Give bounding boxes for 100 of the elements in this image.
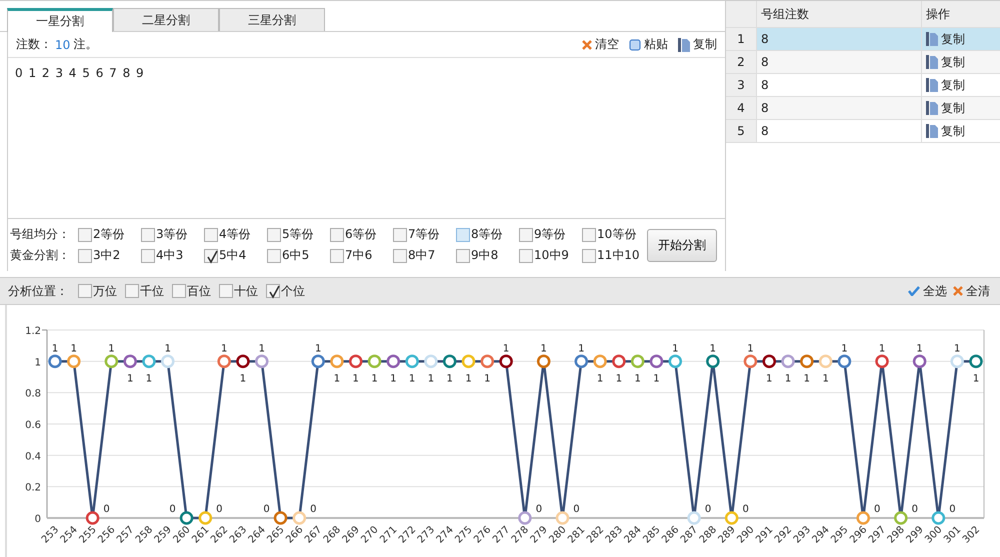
data-label: 0 [169,504,176,515]
data-label: 1 [878,343,886,354]
data-label: 1 [127,373,134,384]
split-checkbox[interactable]: 8中7 [393,247,456,264]
document-icon [678,38,690,52]
data-label: 1 [446,373,453,384]
split-checkbox[interactable]: 11中10 [582,247,645,264]
split-checkbox[interactable]: 6中5 [267,247,330,264]
x-tick-label: 263 [228,524,250,546]
data-point [274,511,288,525]
x-tick-label: 294 [810,524,832,546]
position-checkbox[interactable]: 万位 [78,282,117,300]
data-point [48,354,62,368]
data-label: 1 [502,343,510,354]
check-icon [205,250,219,264]
x-tick-label: 295 [829,524,851,546]
copy-link[interactable]: 复制 [678,36,717,53]
x-tick-label: 258 [134,524,156,546]
tab[interactable]: 二星分割 [113,8,219,31]
copy-link[interactable]: 复制 [926,122,965,140]
clear-link[interactable]: 清空 [582,36,619,53]
data-label: 1 [540,343,547,354]
tab[interactable]: 一星分割 [7,8,113,32]
x-tick-label: 271 [378,524,400,546]
copy-link[interactable]: 复制 [926,54,965,70]
split-checkbox[interactable]: 9中8 [456,247,519,264]
data-label: 1 [578,343,584,354]
tab[interactable]: 三星分割 [219,8,325,31]
check-icon [267,285,281,299]
data-point [856,511,870,525]
numbers-text-area[interactable]: 0 1 2 3 4 5 6 7 8 9 [8,58,725,218]
data-point [668,354,682,368]
data-point [724,511,738,525]
split-checkbox[interactable]: 7等份 [393,226,456,243]
split-checkbox[interactable]: 4中3 [141,247,204,264]
split-checkbox[interactable]: 3中2 [78,247,141,264]
position-checkbox[interactable]: 百位 [172,282,211,300]
x-tick-label: 298 [886,524,907,546]
split-checkbox[interactable]: 9等份 [519,226,582,243]
table-row[interactable]: 2 8 复制 [726,51,1000,74]
x-tick-label: 262 [209,524,230,546]
position-checkbox[interactable]: 个位 [266,282,305,300]
x-tick-label: 280 [547,524,569,546]
split-checkbox[interactable]: 3等份 [141,226,204,243]
data-label: 0 [536,504,542,515]
data-point [574,354,588,368]
copy-link[interactable]: 复制 [926,76,965,94]
position-checkbox[interactable]: 千位 [125,282,164,300]
document-icon [926,55,938,69]
data-label: 1 [164,343,171,354]
split-checkbox[interactable]: 6等份 [330,226,393,243]
split-checkbox[interactable]: 7中6 [330,247,393,264]
split-checkbox[interactable]: 4等份 [204,226,267,243]
data-label: 0 [874,504,880,515]
x-tick-label: 302 [960,524,982,546]
data-label: 0 [704,504,712,515]
x-tick-label: 288 [698,524,719,546]
data-point [593,354,607,368]
x-tick-label: 289 [716,524,738,546]
split-checkbox[interactable]: 5等份 [267,226,330,243]
row-number: 5 [726,120,757,142]
x-tick-label: 264 [246,524,268,546]
x-tick-label: 292 [772,524,794,546]
paste-link[interactable]: 粘贴 [629,36,668,53]
data-label: 1 [258,343,265,354]
split-checkbox[interactable]: 2等份 [78,226,141,243]
split-checkbox[interactable]: 10等份 [582,226,645,243]
start-split-button[interactable]: 开始分割 [647,228,717,262]
data-point [744,354,758,368]
x-tick-label: 260 [171,524,193,546]
table-row[interactable]: 4 8 复制 [726,97,1000,120]
data-label: 1 [972,373,980,384]
table-row[interactable]: 1 8 复制 [726,28,1000,51]
data-point [499,354,513,368]
data-label: 1 [784,373,792,384]
table-row[interactable]: 5 8 复制 [726,120,1000,143]
x-tick-label: 293 [792,524,813,546]
split-checkbox[interactable]: 8等份 [456,226,519,243]
data-label: 1 [220,343,228,354]
position-checkbox[interactable]: 十位 [219,282,258,300]
data-point [198,511,212,525]
data-point [255,354,268,368]
data-label: 0 [949,504,956,515]
close-icon [953,286,963,296]
copy-link[interactable]: 复制 [926,30,965,48]
split-checkbox[interactable]: 5中4 [204,247,267,264]
copy-link[interactable]: 复制 [926,100,965,116]
square-icon [629,38,641,50]
data-point [217,354,231,368]
data-label: 0 [742,504,749,515]
data-point [536,354,550,368]
x-tick-label: 265 [265,524,287,546]
even-split-label: 号组均分： [10,226,71,243]
clear-all-link[interactable]: 全清 [953,282,990,300]
data-point [912,354,926,368]
split-checkbox[interactable]: 10中9 [519,247,582,264]
data-point [818,354,832,368]
data-point [687,511,701,525]
data-point [442,354,456,368]
select-all-link[interactable]: 全选 [908,282,947,300]
